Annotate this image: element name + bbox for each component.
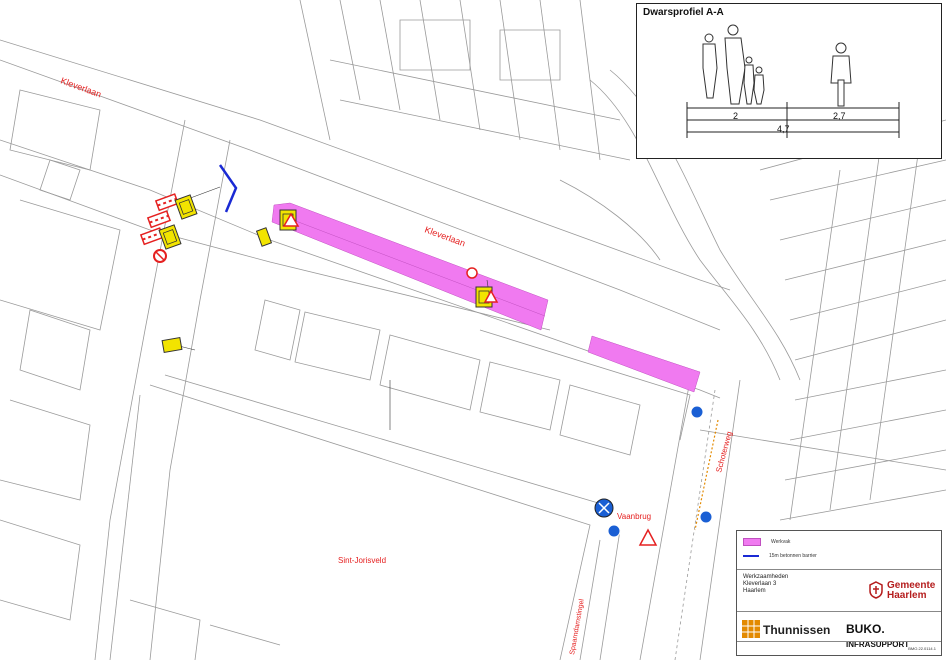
dim-cyclepath: 2,7 — [833, 111, 846, 121]
road-closed-sign-icon — [466, 267, 478, 279]
dim-total: 4,7 — [777, 124, 790, 134]
warning-sign-2 — [158, 224, 182, 250]
title-block: Werkvak 15m betonnen barrier Werkzaamhed… — [736, 530, 942, 656]
project-info: Werkzaamheden Kleverlaan 3 Haarlem — [743, 574, 789, 594]
yield-sign-icon — [638, 528, 658, 546]
street-label-kleverlaan-west: Kleverlaan — [59, 75, 102, 99]
legend-row-barrier: 15m betonnen barrier — [743, 553, 817, 559]
warning-sign-1 — [174, 194, 198, 220]
street-label-kleverlaan-center: Kleverlaan — [423, 224, 466, 248]
street-label-sint-jorisveld: Sint-Jorisveld — [338, 556, 386, 565]
cross-section-panel: Dwarsprofiel A-A 2 2,7 4,7 — [636, 3, 942, 159]
dim-footpath: 2 — [733, 111, 738, 121]
gemeente-haarlem-logo: Gemeente Haarlem — [869, 581, 935, 601]
work-area-segment-2 — [587, 335, 701, 393]
cross-section-drawing: 2 2,7 4,7 — [686, 24, 900, 138]
street-label-vaanbrug: Vaanbrug — [617, 512, 651, 521]
cyclist-icon — [830, 42, 852, 107]
legend-row-werkvak: Werkvak — [743, 538, 790, 546]
thunnissen-logo-icon — [742, 620, 760, 638]
legend-swatch-werkvak — [743, 538, 761, 546]
legend-swatch-barrier — [743, 554, 759, 558]
concrete-barrier — [218, 164, 238, 213]
street-label-schoterweg: Schoterweg — [714, 430, 734, 473]
traffic-plan-canvas: Kleverlaan Kleverlaan Schoterweg Vaanbru… — [0, 0, 946, 660]
sign-cluster-west — [139, 193, 198, 263]
work-area-segment-1 — [271, 202, 549, 331]
direction-signs-schoterweg — [594, 405, 713, 546]
warning-sign-3 — [255, 227, 273, 247]
warning-sign-6 — [161, 336, 183, 354]
thunnissen-logo: Thunnissen — [763, 623, 831, 637]
drawing-code: BMO.22.0114.1 — [908, 646, 936, 651]
haarlem-crest-icon — [869, 581, 883, 599]
pedestrians-icon — [702, 24, 765, 105]
